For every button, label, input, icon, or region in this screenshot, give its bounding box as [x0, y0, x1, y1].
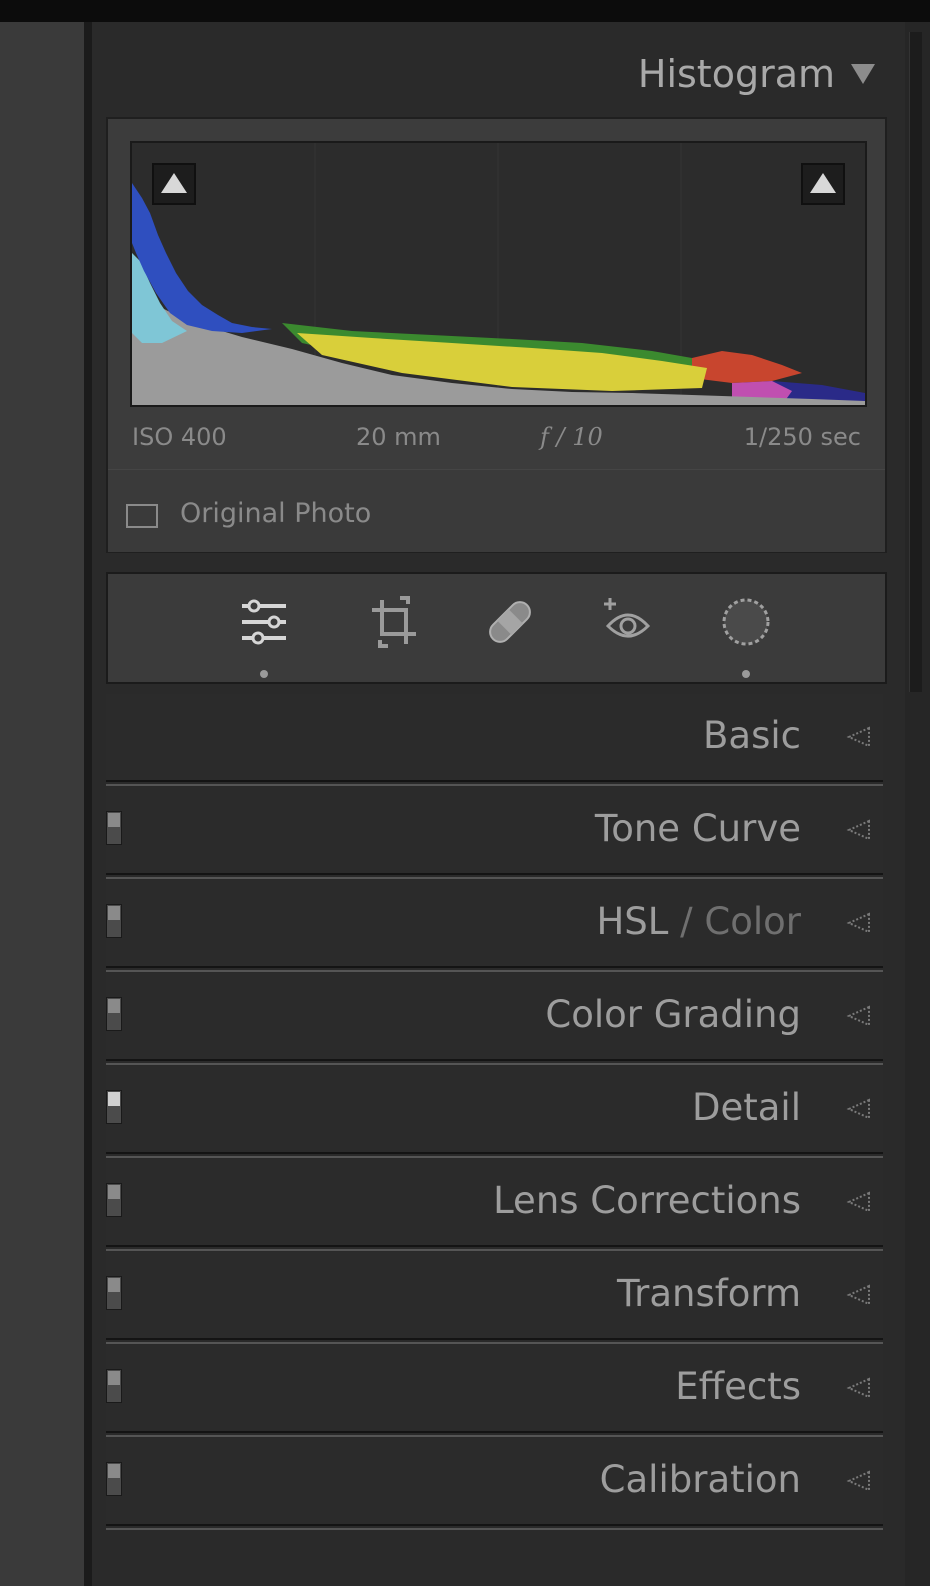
section-tone-curve[interactable]: Tone Curve — [106, 787, 883, 879]
crop-tool-button[interactable] — [364, 592, 424, 652]
expand-arrow-icon[interactable] — [845, 817, 871, 843]
right-scroll-track[interactable] — [905, 22, 930, 1586]
shutter-speed-value: 1/250 sec — [743, 423, 861, 451]
original-photo-checkbox[interactable] — [126, 504, 158, 528]
section-label: Calibration — [599, 1458, 801, 1501]
masking-circle-icon — [722, 598, 770, 646]
expand-arrow-icon[interactable] — [845, 910, 871, 936]
section-basic[interactable]: Basic — [106, 694, 883, 786]
histogram-box: ISO 400 20 mm f / 10 1/250 sec Original … — [106, 117, 887, 553]
section-label: Effects — [675, 1365, 801, 1408]
red-eye-icon — [604, 598, 651, 638]
edit-tool-button[interactable] — [234, 592, 294, 652]
histogram-header[interactable]: Histogram — [92, 42, 905, 112]
masking-tool-button[interactable] — [716, 592, 776, 652]
section-label: Basic — [703, 714, 801, 757]
focal-length-value: 20 mm — [356, 423, 441, 451]
histogram-svg — [132, 143, 865, 405]
panel-edge — [84, 22, 92, 1586]
aperture-value: f / 10 — [540, 423, 603, 451]
expand-arrow-icon[interactable] — [845, 724, 871, 750]
panel-switch[interactable] — [106, 1276, 122, 1310]
sliders-icon — [242, 599, 286, 645]
section-label: Detail — [692, 1086, 801, 1129]
section-effects[interactable]: Effects — [106, 1345, 883, 1437]
window-top-bar — [0, 0, 930, 22]
section-label: Color Grading — [545, 993, 801, 1036]
red-eye-tool-button[interactable] — [598, 592, 658, 652]
section-label: HSL / Color — [596, 900, 801, 943]
section-detail[interactable]: Detail — [106, 1066, 883, 1158]
panel-switch[interactable] — [106, 1183, 122, 1217]
expand-arrow-icon[interactable] — [845, 1282, 871, 1308]
bandage-icon — [489, 601, 531, 643]
crop-icon — [372, 596, 416, 648]
expand-arrow-icon[interactable] — [845, 1468, 871, 1494]
panel-switch[interactable] — [106, 811, 122, 845]
panel-switch[interactable] — [106, 1462, 122, 1496]
panel-switch[interactable] — [106, 1090, 122, 1124]
section-label: Tone Curve — [594, 807, 801, 850]
exif-info-row: ISO 400 20 mm f / 10 1/250 sec — [130, 411, 863, 461]
hsl-label[interactable]: HSL — [596, 900, 668, 943]
expand-arrow-icon[interactable] — [845, 1003, 871, 1029]
expand-arrow-icon[interactable] — [845, 1096, 871, 1122]
histogram-title: Histogram — [637, 52, 835, 96]
highlight-clipping-toggle[interactable] — [801, 163, 845, 205]
left-gutter — [0, 22, 84, 1586]
section-hsl-color[interactable]: HSL / Color — [106, 880, 883, 972]
iso-value: ISO 400 — [132, 423, 227, 451]
section-transform[interactable]: Transform — [106, 1252, 883, 1344]
expand-arrow-icon[interactable] — [845, 1375, 871, 1401]
section-label: Lens Corrections — [493, 1179, 801, 1222]
original-photo-row[interactable]: Original Photo — [108, 469, 885, 552]
section-color-grading[interactable]: Color Grading — [106, 973, 883, 1065]
panel-switch[interactable] — [106, 904, 122, 938]
color-label[interactable]: / Color — [668, 900, 801, 943]
section-calibration[interactable]: Calibration — [106, 1438, 883, 1530]
shadow-clipping-toggle[interactable] — [152, 163, 196, 205]
collapse-triangle-icon[interactable] — [851, 64, 875, 84]
expand-arrow-icon[interactable] — [845, 1189, 871, 1215]
panel-switch[interactable] — [106, 1369, 122, 1403]
tool-strip — [106, 572, 887, 684]
panel-switch[interactable] — [106, 997, 122, 1031]
original-photo-label: Original Photo — [180, 498, 372, 529]
section-lens-corrections[interactable]: Lens Corrections — [106, 1159, 883, 1251]
healing-tool-button[interactable] — [480, 592, 540, 652]
section-label: Transform — [616, 1272, 801, 1315]
scrollbar[interactable] — [909, 32, 922, 692]
triangle-up-icon — [810, 173, 836, 193]
triangle-up-icon — [161, 173, 187, 193]
mask-indicator-dot — [742, 670, 750, 678]
histogram-graph[interactable] — [130, 141, 867, 407]
develop-right-panel: Histogram ISO 400 20 mm f / 10 1/250 sec… — [92, 22, 905, 1586]
active-tool-indicator — [260, 670, 268, 678]
